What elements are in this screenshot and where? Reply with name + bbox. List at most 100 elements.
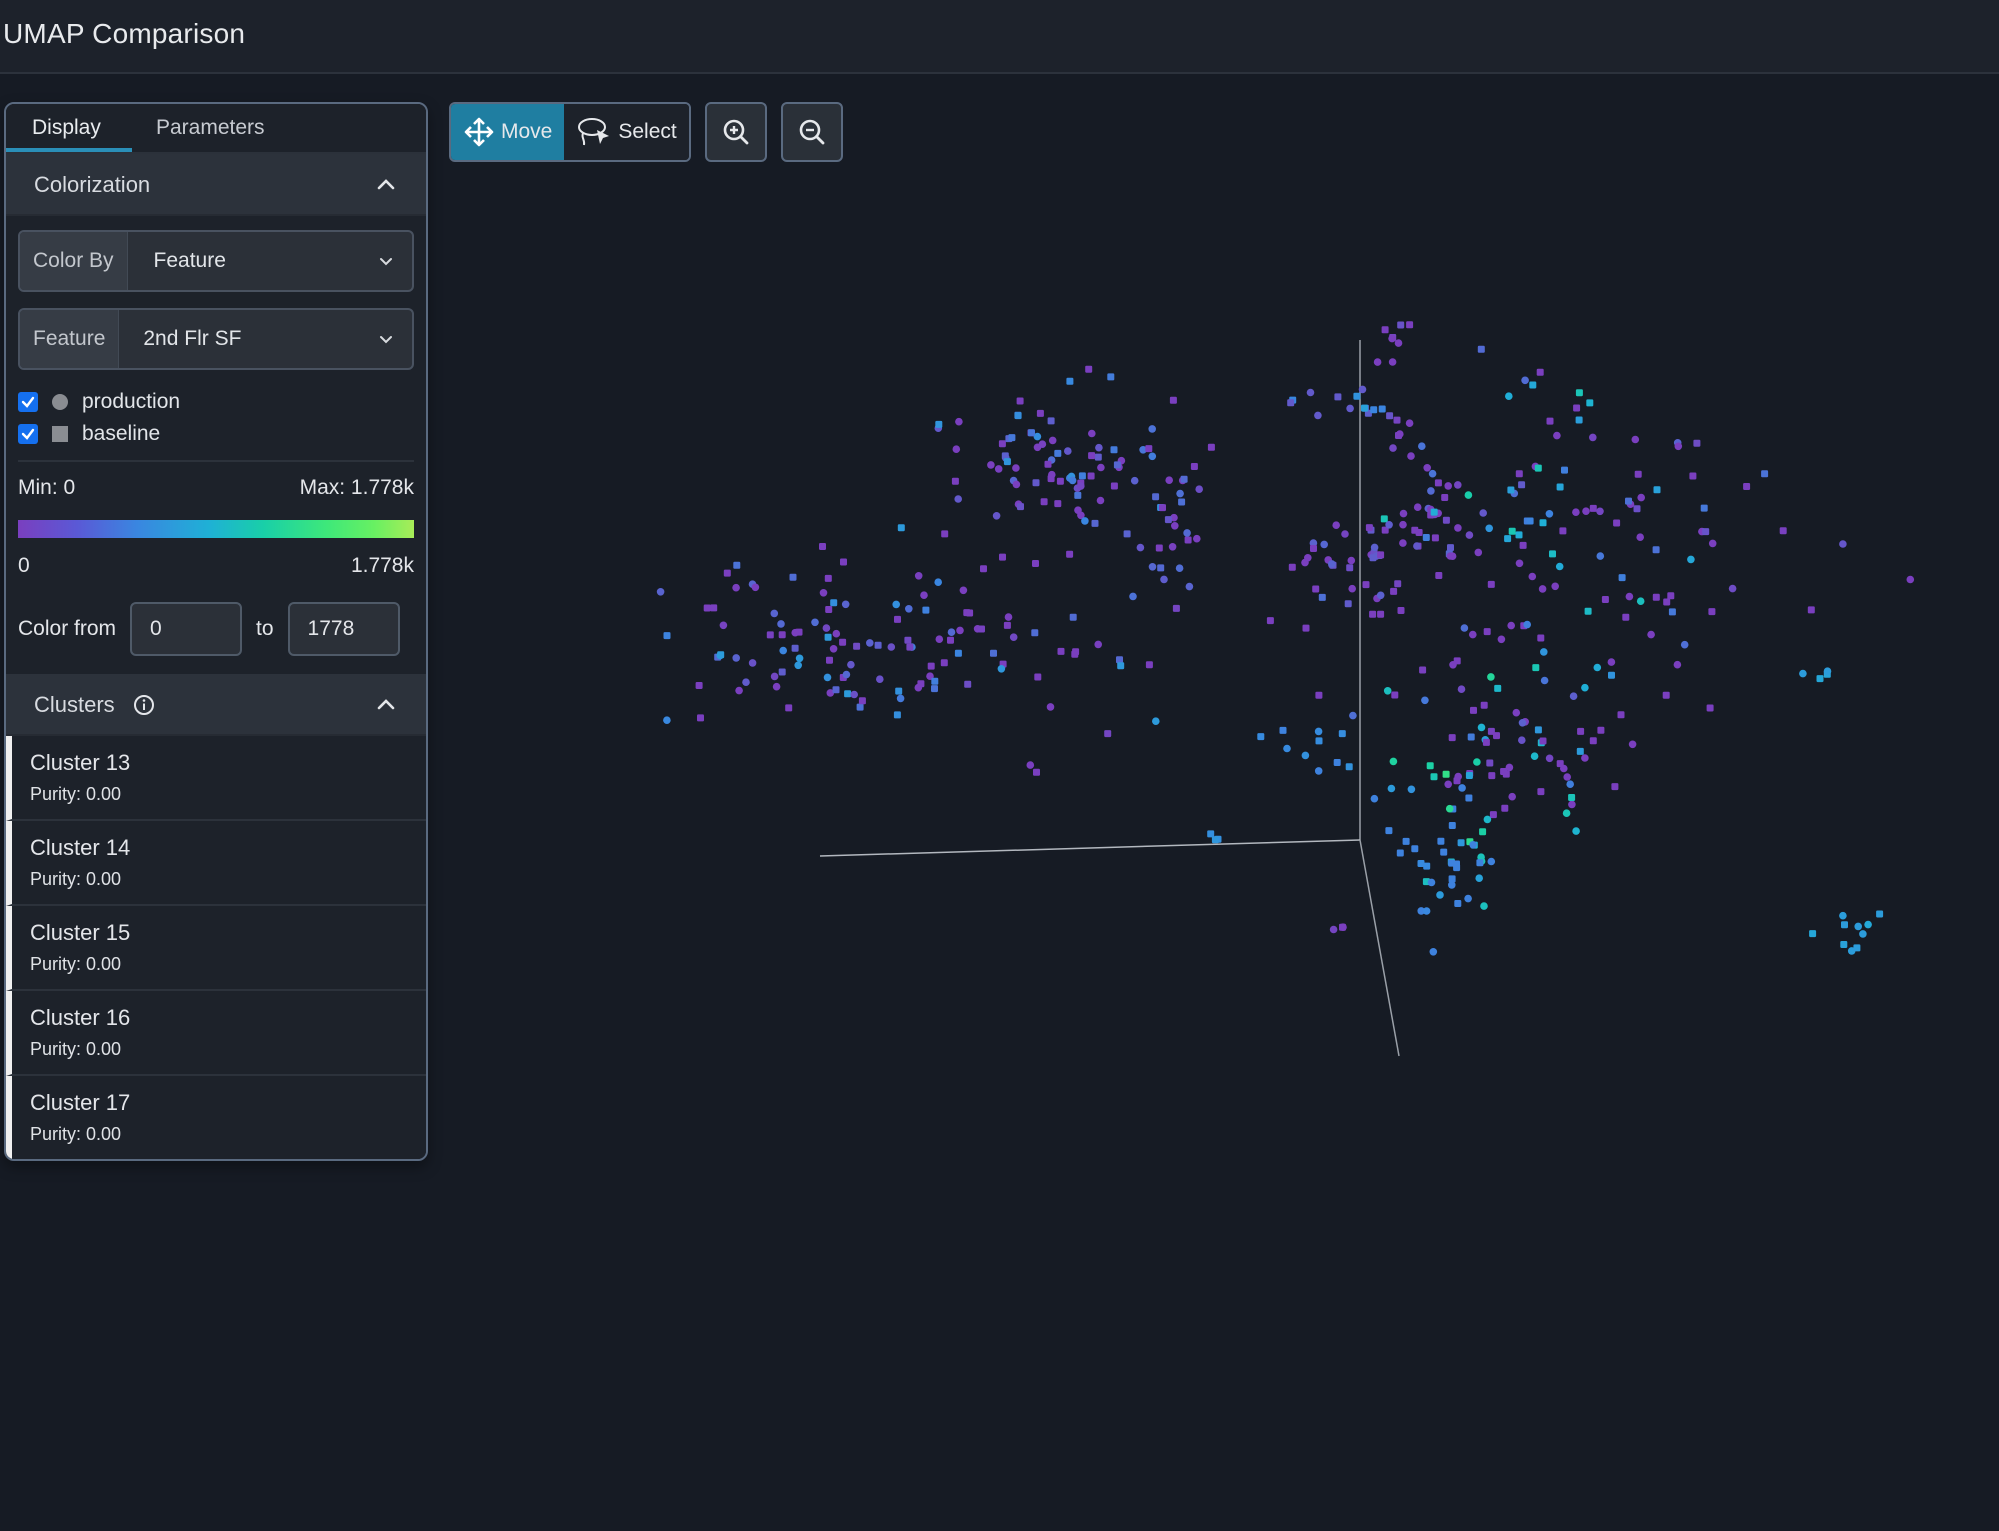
production-point[interactable] — [770, 609, 779, 618]
baseline-point[interactable] — [1110, 446, 1118, 454]
production-point[interactable] — [751, 583, 760, 592]
baseline-point[interactable] — [1809, 930, 1817, 938]
production-point[interactable] — [1540, 648, 1548, 656]
production-point[interactable] — [1383, 687, 1392, 695]
baseline-point[interactable] — [1310, 545, 1317, 552]
chevron-up-icon[interactable] — [376, 694, 396, 714]
baseline-point[interactable] — [1117, 662, 1125, 670]
production-point[interactable] — [1405, 419, 1414, 428]
production-point[interactable] — [1068, 476, 1077, 485]
production-checkbox[interactable] — [18, 392, 38, 412]
production-point[interactable] — [994, 465, 1003, 473]
production-point[interactable] — [1507, 621, 1515, 630]
info-icon[interactable] — [133, 694, 155, 716]
baseline-point[interactable] — [917, 680, 925, 688]
production-point[interactable] — [832, 629, 841, 638]
baseline-point[interactable] — [897, 524, 905, 532]
baseline-point[interactable] — [1841, 921, 1848, 929]
production-point[interactable] — [1581, 754, 1589, 762]
baseline-point[interactable] — [1361, 404, 1368, 412]
baseline-point[interactable] — [1370, 406, 1378, 414]
baseline-point[interactable] — [1116, 656, 1123, 664]
production-point[interactable] — [1332, 521, 1340, 529]
baseline-point[interactable] — [778, 631, 786, 639]
production-point[interactable] — [1413, 542, 1421, 550]
baseline-point[interactable] — [1508, 527, 1516, 535]
production-point[interactable] — [887, 643, 896, 651]
production-point[interactable] — [1859, 930, 1867, 938]
baseline-point[interactable] — [1016, 397, 1024, 405]
production-point[interactable] — [1012, 464, 1020, 472]
production-point[interactable] — [1454, 772, 1462, 781]
production-point[interactable] — [1387, 784, 1396, 793]
cluster-list-item[interactable]: Cluster 15 Purity: 0.00 — [6, 906, 426, 991]
production-point[interactable] — [1048, 470, 1056, 479]
color-from-input[interactable] — [130, 602, 243, 656]
baseline-point[interactable] — [1071, 650, 1079, 658]
baseline-point[interactable] — [1608, 671, 1615, 679]
production-point[interactable] — [1553, 431, 1561, 440]
production-point[interactable] — [1528, 572, 1537, 581]
baseline-point[interactable] — [1597, 726, 1605, 734]
production-point[interactable] — [1469, 630, 1477, 639]
production-point[interactable] — [1423, 464, 1431, 472]
production-point[interactable] — [935, 635, 944, 643]
baseline-point[interactable] — [931, 685, 938, 693]
baseline-point[interactable] — [710, 604, 718, 612]
production-point[interactable] — [1370, 543, 1379, 552]
baseline-point[interactable] — [825, 606, 833, 613]
production-point[interactable] — [1566, 780, 1574, 788]
baseline-point[interactable] — [1266, 617, 1274, 625]
production-point[interactable] — [954, 495, 962, 503]
baseline-point[interactable] — [856, 703, 864, 711]
baseline-point[interactable] — [927, 662, 935, 670]
production-point[interactable] — [1637, 493, 1645, 502]
baseline-point[interactable] — [1094, 453, 1102, 461]
baseline-point[interactable] — [1549, 550, 1556, 558]
chevron-up-icon[interactable] — [376, 174, 396, 194]
baseline-point[interactable] — [1447, 544, 1454, 552]
production-point[interactable] — [1175, 564, 1184, 572]
production-point[interactable] — [866, 639, 874, 647]
production-point[interactable] — [1518, 719, 1527, 727]
production-point[interactable] — [955, 417, 963, 426]
production-point[interactable] — [1422, 907, 1431, 915]
production-point[interactable] — [1572, 827, 1580, 835]
production-point[interactable] — [850, 690, 858, 699]
production-point[interactable] — [748, 659, 757, 667]
production-point[interactable] — [1680, 640, 1689, 649]
baseline-point[interactable] — [1391, 691, 1399, 699]
baseline-point[interactable] — [832, 686, 840, 694]
feature-select[interactable]: Feature 2nd Flr SF — [18, 308, 414, 370]
production-point[interactable] — [1136, 543, 1145, 552]
baseline-point[interactable] — [1448, 734, 1456, 742]
baseline-point[interactable] — [1396, 849, 1404, 857]
baseline-point[interactable] — [839, 638, 847, 646]
production-point[interactable] — [1077, 482, 1085, 490]
baseline-point[interactable] — [1057, 647, 1065, 655]
production-point[interactable] — [1304, 554, 1312, 562]
production-point[interactable] — [1628, 740, 1637, 749]
production-point[interactable] — [1046, 703, 1055, 711]
production-point[interactable] — [1389, 444, 1397, 452]
baseline-point[interactable] — [1519, 541, 1527, 549]
baseline-point[interactable] — [1040, 498, 1048, 506]
baseline-point[interactable] — [1853, 944, 1861, 952]
production-point[interactable] — [1306, 388, 1315, 397]
baseline-point[interactable] — [717, 651, 725, 659]
baseline-point[interactable] — [1617, 711, 1625, 719]
baseline-point[interactable] — [1066, 377, 1074, 385]
production-point[interactable] — [1582, 507, 1590, 515]
production-point[interactable] — [1399, 539, 1407, 547]
production-point[interactable] — [1183, 529, 1191, 537]
baseline-point[interactable] — [1622, 613, 1630, 621]
baseline-point[interactable] — [1434, 479, 1442, 487]
baseline-point[interactable] — [1708, 608, 1716, 616]
production-point[interactable] — [1568, 800, 1576, 809]
baseline-point[interactable] — [1397, 321, 1405, 329]
move-mode-button[interactable]: Move — [451, 104, 565, 160]
baseline-point[interactable] — [1663, 598, 1671, 606]
baseline-point[interactable] — [1507, 486, 1515, 494]
production-point[interactable] — [770, 672, 779, 681]
baseline-point[interactable] — [1556, 760, 1564, 768]
